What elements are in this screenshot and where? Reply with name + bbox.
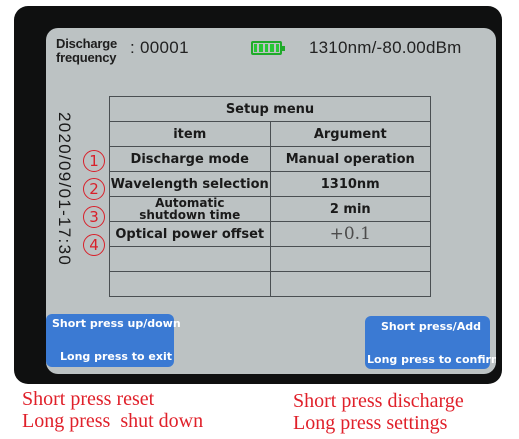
row-number-markers: 1 2 3 4	[83, 150, 107, 262]
row-number-2: 2	[83, 178, 105, 200]
up-down-exit-button[interactable]: Short press up/down Long press to exit	[46, 314, 181, 367]
menu-item-label: Discharge mode	[109, 146, 271, 172]
column-header-item: item	[109, 121, 271, 147]
menu-item-argument: 1310nm	[269, 171, 431, 197]
discharge-settings-caption: Short press discharge Long press setting…	[293, 390, 464, 434]
menu-item-argument: 2 min	[269, 196, 431, 222]
menu-item-label: Optical power offset	[109, 221, 271, 247]
row-number-4: 4	[83, 234, 105, 256]
setup-menu-title: Setup menu	[109, 96, 431, 122]
row-number-1: 1	[83, 150, 105, 172]
menu-row-wavelength[interactable]: Wavelength selection 1310nm	[109, 171, 431, 197]
menu-item-argument: +0.1	[269, 221, 431, 247]
discharge-frequency-value: : 00001	[130, 38, 189, 57]
menu-item-label: Wavelength selection	[109, 171, 271, 197]
menu-row-power-offset[interactable]: Optical power offset +0.1	[109, 221, 431, 247]
column-header-argument: Argument	[269, 121, 431, 147]
reset-shutdown-caption: Short press reset Long press shut down	[22, 388, 204, 432]
discharge-frequency-label: Discharge frequency	[56, 36, 118, 65]
menu-item-argument: Manual operation	[269, 146, 431, 172]
menu-row-auto-shutdown[interactable]: Automatic shutdown time 2 min	[109, 196, 431, 222]
battery-icon	[251, 41, 285, 55]
setup-menu-table: Setup menu item Argument Discharge mode …	[109, 96, 431, 297]
menu-row-empty	[109, 246, 431, 272]
power-reading: 1310nm/-80.00dBm	[309, 38, 462, 57]
row-number-3: 3	[83, 206, 105, 228]
datetime-display: 2020/09/01-17:30	[55, 112, 74, 267]
menu-item-label: Automatic shutdown time	[109, 196, 271, 222]
menu-row-discharge-mode[interactable]: Discharge mode Manual operation	[109, 146, 431, 172]
device-frame: Discharge frequency : 00001 1310nm/-80.0…	[14, 6, 502, 384]
menu-row-empty	[109, 271, 431, 297]
add-confirm-button[interactable]: Short press/Add Long press to confirm	[365, 316, 496, 369]
lcd-screen: Discharge frequency : 00001 1310nm/-80.0…	[46, 28, 496, 374]
